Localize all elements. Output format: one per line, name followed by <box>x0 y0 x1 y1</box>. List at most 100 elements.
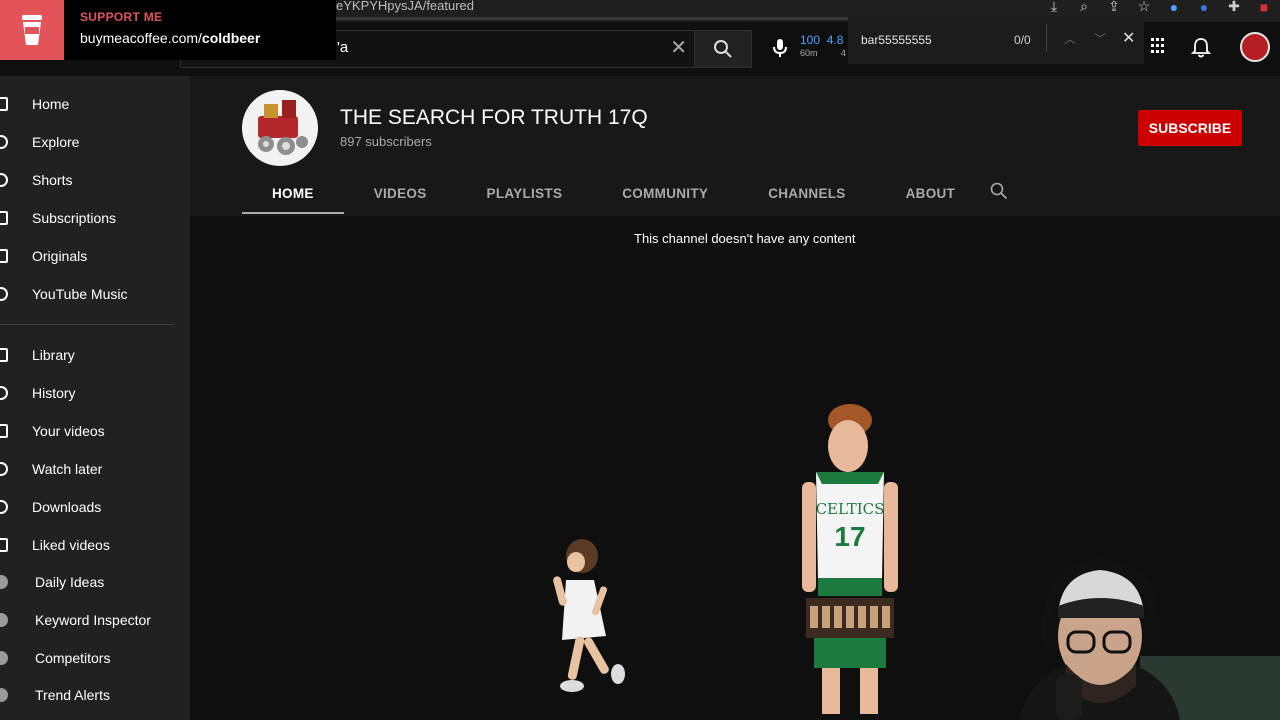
sidebar-item-keyword-inspector[interactable]: Keyword Inspector <box>0 601 190 639</box>
find-match-count: 0/0 <box>1014 33 1031 47</box>
sidebar-item-label: YouTube Music <box>32 286 128 302</box>
find-in-page-bar: bar55555555 0/0 ︿ ﹀ ✕ <box>848 16 1144 64</box>
your-videos-icon <box>0 424 8 438</box>
sidebar-item-shorts[interactable]: Shorts <box>0 161 190 199</box>
sidebar-item-originals[interactable]: Originals <box>0 237 190 275</box>
channel-tabs: HOME VIDEOS PLAYLISTS COMMUNITY CHANNELS… <box>242 172 985 214</box>
thumbs-up-icon <box>0 538 8 552</box>
sidebar-item-trend-alerts[interactable]: Trend Alerts <box>0 676 190 714</box>
vidiq-icon <box>0 613 8 627</box>
extension-icon[interactable]: ■ <box>1256 0 1272 15</box>
install-icon[interactable]: ⤓ <box>1046 0 1062 15</box>
find-icon[interactable]: ⌕ <box>1076 0 1092 15</box>
tab-playlists[interactable]: PLAYLISTS <box>457 172 593 214</box>
sidebar-item-library[interactable]: Library <box>0 336 190 374</box>
sidebar-item-competitors[interactable]: Competitors <box>0 639 190 677</box>
tab-home[interactable]: HOME <box>242 172 344 214</box>
subscriptions-icon <box>0 211 8 225</box>
compass-icon <box>0 135 8 149</box>
share-icon[interactable]: ⇪ <box>1106 0 1122 15</box>
clock-icon <box>0 462 8 476</box>
subscribe-button[interactable]: SUBSCRIBE <box>1138 110 1242 146</box>
voice-search-button[interactable] <box>766 34 794 62</box>
find-divider <box>1046 24 1047 52</box>
find-previous-icon[interactable]: ︿ <box>1064 30 1076 47</box>
url-text[interactable]: eYKPYHpysJA/featured <box>336 0 474 13</box>
sidebar-item-label: History <box>32 385 76 401</box>
find-next-icon[interactable]: ﹀ <box>1094 30 1106 47</box>
url-underline <box>336 17 848 20</box>
sidebar-item-label: Downloads <box>32 499 102 515</box>
stat-unit: 4 <box>840 48 846 58</box>
sidebar-item-daily-ideas[interactable]: Daily Ideas <box>0 563 190 601</box>
find-query[interactable]: bar55555555 <box>861 33 932 47</box>
sidebar-item-label: Explore <box>32 134 80 150</box>
sidebar-divider <box>0 324 174 325</box>
subscriber-count: 897 subscribers <box>340 134 432 149</box>
library-icon <box>0 348 8 362</box>
channel-search-icon[interactable] <box>990 182 1008 200</box>
vidiq-icon <box>0 651 8 665</box>
sidebar-item-label: Watch later <box>32 461 103 477</box>
sidebar-item-home[interactable]: Home <box>0 85 190 123</box>
sidebar-item-subscriptions[interactable]: Subscriptions <box>0 199 190 237</box>
sidebar-item-label: Subscriptions <box>32 210 117 226</box>
sidebar-item-watch-later[interactable]: Watch later <box>0 450 190 488</box>
microphone-icon <box>773 39 787 57</box>
streamer-webcam <box>1020 556 1280 720</box>
support-url-prefix: buymeacoffee.com/ <box>80 30 202 46</box>
sidebar-item-label: Trend Alerts <box>35 687 110 703</box>
puzzle-icon[interactable]: ✚ <box>1226 0 1242 15</box>
sidebar-item-label: Your videos <box>32 423 105 439</box>
tab-about[interactable]: ABOUT <box>876 172 986 214</box>
vidiq-icon <box>0 688 8 702</box>
sidebar-item-label: Home <box>32 96 70 112</box>
home-icon <box>0 97 8 111</box>
sidebar-item-label: Library <box>32 347 75 363</box>
vidiq-stats: 100 4.8 60m 4 <box>800 34 846 59</box>
celtics-player-graphic: CELTICS 17 <box>802 404 898 714</box>
account-avatar[interactable] <box>1240 32 1270 62</box>
bookmark-star-icon[interactable]: ☆ <box>1136 0 1152 15</box>
extension-icon[interactable]: ● <box>1166 0 1182 15</box>
empty-channel-message: This channel doesn't have any content <box>634 231 856 246</box>
support-url-handle: coldbeer <box>201 30 261 46</box>
sidebar-item-downloads[interactable]: Downloads <box>0 488 190 526</box>
channel-avatar[interactable] <box>242 90 318 166</box>
support-url: buymeacoffee.com/coldbeer <box>80 30 260 46</box>
clear-search-icon[interactable]: ✕ <box>670 35 687 60</box>
sidebar-item-youtube-music[interactable]: YouTube Music <box>0 275 190 313</box>
tab-videos[interactable]: VIDEOS <box>344 172 457 214</box>
originals-icon <box>0 249 8 263</box>
notifications-bell-icon[interactable] <box>1191 37 1211 59</box>
running-child-graphic <box>553 539 625 692</box>
sidebar-item-label: Competitors <box>35 650 111 666</box>
download-icon <box>0 500 8 514</box>
sidebar-item-label: Originals <box>32 248 88 264</box>
sidebar-item-explore[interactable]: Explore <box>0 123 190 161</box>
sidebar-item-history[interactable]: History <box>0 374 190 412</box>
support-title: SUPPORT ME <box>80 10 163 24</box>
tab-community[interactable]: COMMUNITY <box>592 172 738 214</box>
channel-header: THE SEARCH FOR TRUTH 17Q 897 subscribers… <box>190 76 1280 216</box>
coffee-cup-icon <box>0 0 64 60</box>
search-button[interactable] <box>694 30 752 68</box>
support-me-banner: SUPPORT ME buymeacoffee.com/coldbeer <box>0 0 336 60</box>
find-close-icon[interactable]: ✕ <box>1122 28 1135 48</box>
shorts-icon <box>0 173 8 187</box>
sidebar-item-your-videos[interactable]: Your videos <box>0 412 190 450</box>
extension-icon[interactable]: ● <box>1196 0 1212 15</box>
vidiq-icon <box>0 575 8 589</box>
tab-channels[interactable]: CHANNELS <box>738 172 875 214</box>
sidebar-item-label: Shorts <box>32 172 73 188</box>
sidebar-item-label: Keyword Inspector <box>35 612 151 628</box>
search-input-value: 'a <box>337 39 349 56</box>
sidebar-item-liked-videos[interactable]: Liked videos <box>0 526 190 564</box>
sidebar-item-label: Daily Ideas <box>35 574 105 590</box>
apps-grid-icon[interactable] <box>1151 38 1165 54</box>
sidebar-item-label: Liked videos <box>32 537 110 553</box>
svg-text:CELTICS: CELTICS <box>816 500 885 518</box>
stat-unit: 60m <box>800 48 818 58</box>
history-icon <box>0 386 8 400</box>
music-icon <box>0 287 8 301</box>
